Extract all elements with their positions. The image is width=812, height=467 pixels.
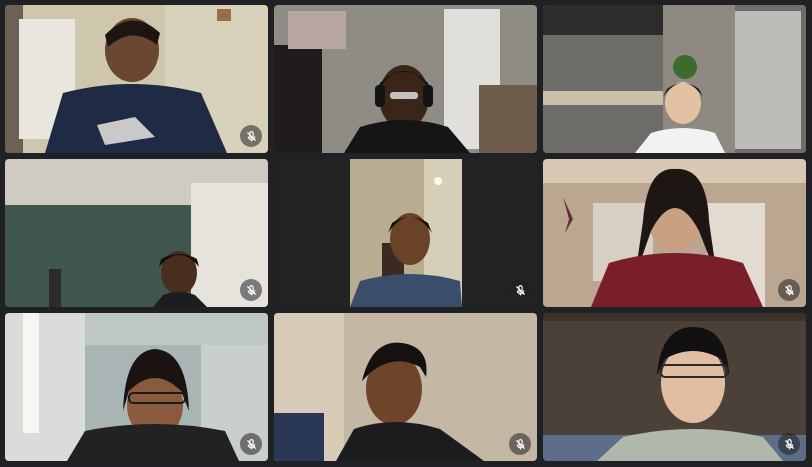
mic-off-icon	[240, 125, 262, 147]
video-feed	[543, 159, 806, 307]
mic-off-icon	[240, 279, 262, 301]
mic-off-icon	[509, 279, 531, 301]
video-feed	[5, 159, 268, 307]
participant-tile-6[interactable]	[543, 159, 806, 307]
participant-grid	[0, 0, 812, 467]
mic-off-icon	[778, 279, 800, 301]
participant-tile-7[interactable]	[5, 313, 268, 461]
video-feed	[5, 5, 268, 153]
participant-tile-9[interactable]	[543, 313, 806, 461]
participant-tile-5[interactable]	[274, 159, 537, 307]
video-feed	[274, 159, 537, 307]
mic-off-icon	[509, 433, 531, 455]
participant-tile-1[interactable]	[5, 5, 268, 153]
participant-tile-4[interactable]	[5, 159, 268, 307]
participant-tile-8[interactable]	[274, 313, 537, 461]
video-feed	[543, 5, 806, 153]
participant-tile-3[interactable]	[543, 5, 806, 153]
video-feed	[274, 5, 537, 153]
video-feed	[274, 313, 537, 461]
mic-off-icon	[778, 433, 800, 455]
participant-tile-2[interactable]	[274, 5, 537, 153]
video-feed	[5, 313, 268, 461]
mic-off-icon	[240, 433, 262, 455]
video-feed	[543, 313, 806, 461]
